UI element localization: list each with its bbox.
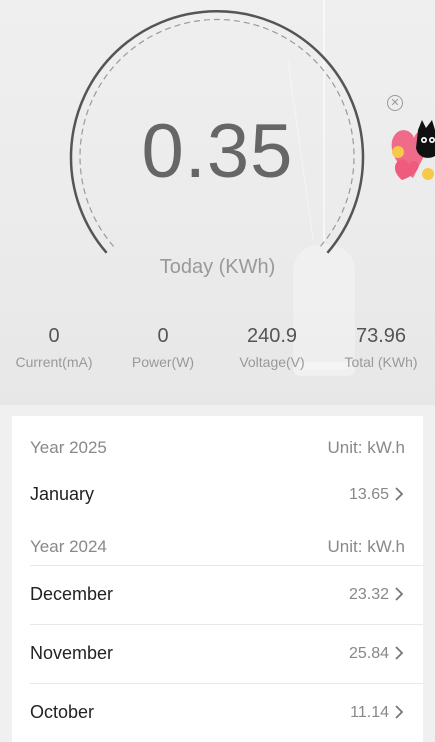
stat-label: Current(mA) [15, 354, 93, 370]
stat-value: 73.96 [355, 325, 407, 347]
chevron-right-icon [395, 487, 404, 501]
month-name: October [30, 702, 95, 722]
today-energy-value: 0.35 [141, 109, 294, 194]
month-row-january[interactable]: January 13.65 [12, 466, 423, 524]
stat-label: Power(W) [131, 354, 195, 370]
stat-value: 240.9 [246, 325, 298, 347]
month-value: 25.84 [348, 645, 389, 662]
today-energy-label: Today (KWh) [159, 256, 276, 278]
history-card: Year 2025 Unit: kW.h January 13.65 Year … [12, 416, 423, 742]
month-row-december[interactable]: December 23.32 [12, 566, 423, 624]
month-row-october[interactable]: October 11.14 [12, 684, 423, 742]
chevron-right-icon [395, 587, 404, 601]
month-value: 23.32 [348, 586, 389, 603]
year-label: Year 2025 [30, 438, 107, 457]
month-name: December [30, 584, 114, 604]
month-name: January [30, 484, 95, 504]
year-label: Year 2024 [30, 537, 107, 556]
unit-label: Unit: kW.h [327, 438, 405, 457]
stat-value: 0 [157, 325, 169, 347]
chevron-right-icon [395, 705, 404, 719]
stat-power: 0 Power(W) [108, 323, 218, 370]
stat-voltage: 240.9 Voltage(V) [217, 323, 327, 370]
unit-label: Unit: kW.h [327, 537, 405, 556]
stat-total: 73.96 Total (KWh) [326, 323, 435, 370]
month-row-november[interactable]: November 25.84 [12, 625, 423, 683]
month-value: 11.14 [350, 704, 389, 721]
month-name: November [30, 643, 114, 663]
stat-label: Total (KWh) [344, 354, 418, 370]
chevron-right-icon [395, 646, 404, 660]
cat-heart-sticker[interactable] [388, 108, 435, 186]
month-value: 13.65 [348, 486, 389, 503]
year-header: Year 2025 Unit: kW.h [12, 432, 423, 462]
stat-value: 0 [48, 325, 60, 347]
energy-hero: 0.35 Today (KWh) ✕ 0 Current(mA) 0 Power… [0, 0, 435, 405]
year-header: Year 2024 Unit: kW.h [12, 531, 423, 561]
stat-current: 0 Current(mA) [0, 323, 109, 370]
stats-row: 0 Current(mA) 0 Power(W) 240.9 Voltage(V… [0, 323, 435, 383]
stat-label: Voltage(V) [239, 354, 305, 370]
